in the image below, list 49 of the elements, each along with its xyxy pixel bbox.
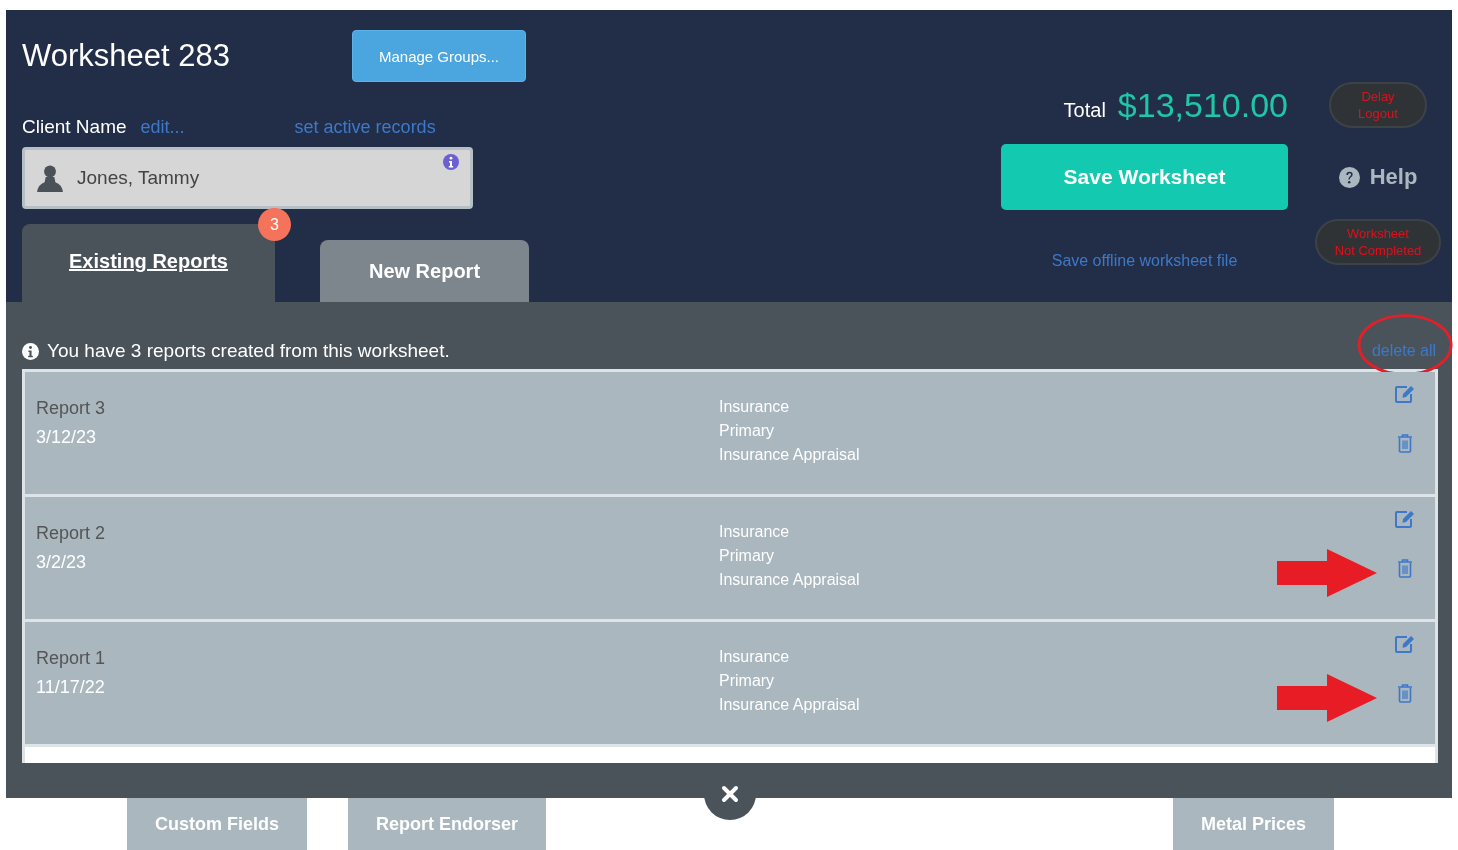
person-icon [37, 163, 63, 192]
help-link[interactable]: Help [1338, 164, 1418, 190]
close-icon [720, 784, 740, 804]
report-date: 3/12/23 [36, 427, 98, 448]
count-badge: 3 [258, 208, 291, 241]
report-row[interactable]: Report 3 3/12/23 Insurance Primary Insurance Appraisal [25, 372, 1435, 497]
report-name: Report 2 [36, 523, 107, 544]
client-name-field[interactable]: Jones, Tammy [22, 146, 473, 209]
worksheet-title: Worksheet 283 [22, 38, 231, 74]
notice-text: You have 3 reports created from this worksheet. [47, 340, 450, 362]
edit-icon[interactable] [1394, 384, 1416, 404]
edit-link[interactable]: edit... [140, 117, 185, 138]
report-detail: Primary [719, 547, 775, 565]
info-icon [22, 342, 39, 360]
client-name-label: Client Name [22, 116, 127, 138]
delay-logout-button[interactable]: Delay Logout [1329, 82, 1427, 128]
report-date: 11/17/22 [36, 677, 106, 698]
save-worksheet-button[interactable]: Save Worksheet [1001, 144, 1288, 210]
report-date: 3/2/23 [36, 552, 88, 573]
edit-icon[interactable] [1394, 509, 1416, 529]
help-icon [1338, 166, 1360, 188]
report-tab[interactable]: New Report [320, 240, 529, 302]
report-detail: Insurance [719, 648, 790, 666]
manage-groups-button[interactable]: Manage Groups... [352, 30, 526, 82]
total-amount: $13,510.00 [1117, 85, 1288, 125]
edit-icon[interactable] [1394, 634, 1416, 654]
report-detail: Insurance Appraisal [719, 446, 860, 464]
report-name: Report 3 [36, 398, 107, 419]
save-offline-link[interactable]: Save offline worksheet file [1051, 252, 1238, 270]
set-active-records-link[interactable]: set active records [294, 117, 436, 138]
report-detail: Insurance Appraisal [719, 571, 860, 589]
report-detail: Insurance [719, 523, 790, 541]
report-row[interactable]: Report 2 3/2/23 Insurance Primary Insurance Appraisal [25, 497, 1435, 622]
report-name: Report 1 [36, 648, 107, 669]
report-detail: Insurance Appraisal [719, 696, 860, 714]
trash-icon[interactable] [1397, 433, 1413, 453]
report-row[interactable]: Report 1 11/17/22 Insurance Primary Insurance Appraisal [25, 622, 1435, 747]
bottom-tab[interactable]: Custom Fields [127, 798, 307, 850]
info-icon[interactable] [443, 153, 459, 170]
report-detail: Primary [719, 422, 775, 440]
delete-all-link[interactable]: delete all [1371, 342, 1436, 359]
bottom-tab[interactable]: Metal Prices [1172, 798, 1334, 850]
report-detail: Insurance [719, 398, 790, 416]
report-detail: Primary [719, 672, 775, 690]
total-label: Total [1063, 98, 1106, 122]
bottom-tab[interactable]: Report Endorser [348, 798, 547, 850]
trash-icon[interactable] [1397, 683, 1413, 703]
status-badge: Worksheet Not Completed [1315, 219, 1441, 265]
trash-icon[interactable] [1397, 558, 1413, 578]
